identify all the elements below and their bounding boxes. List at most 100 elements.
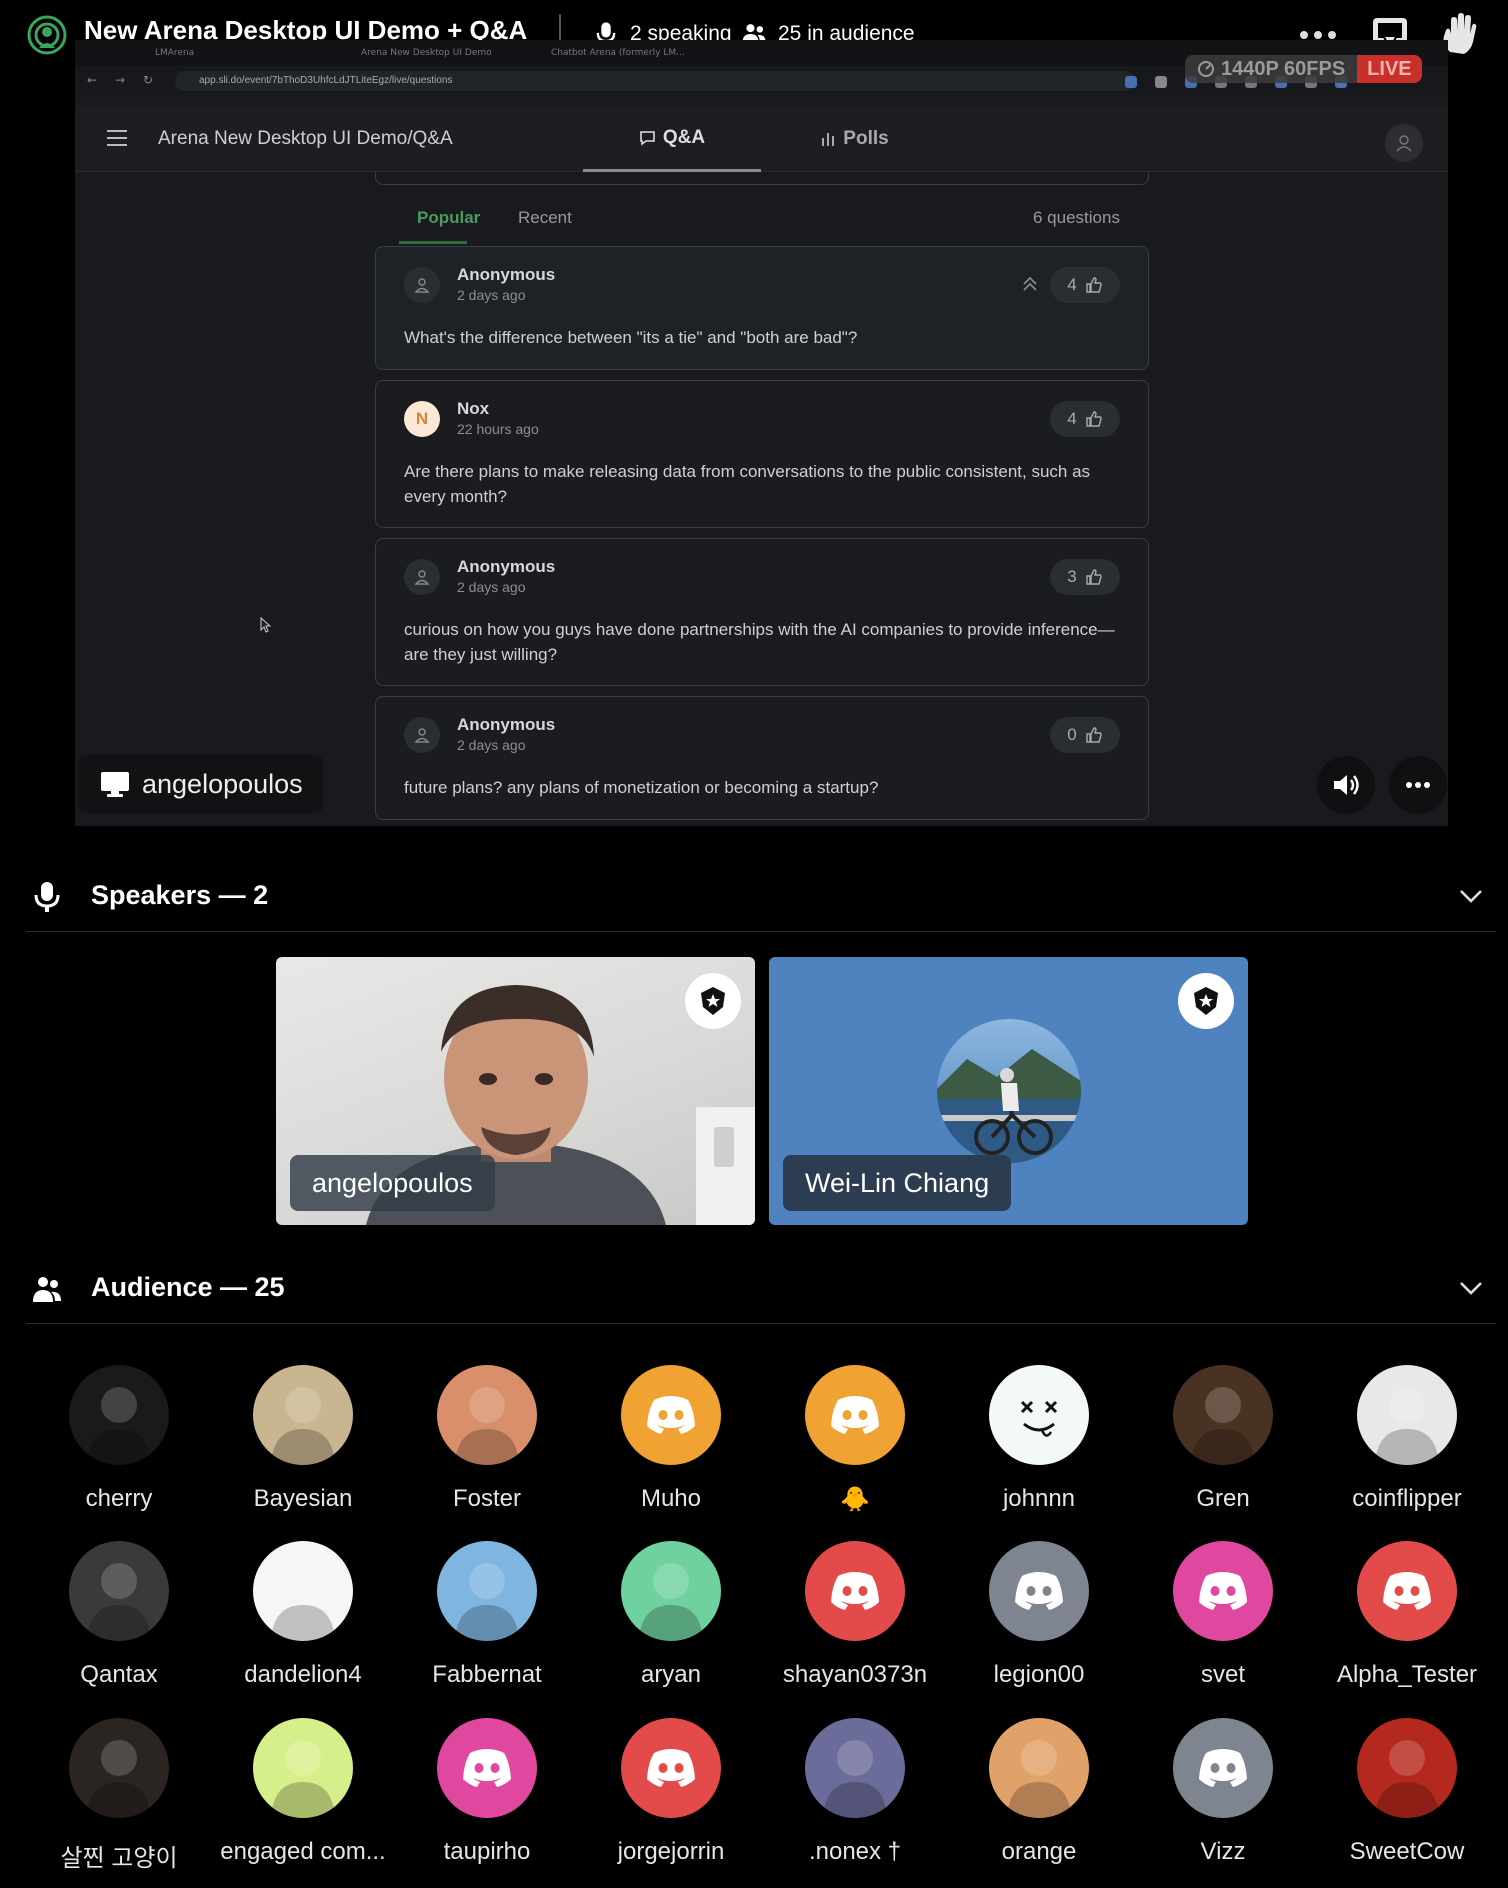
speed-icon (1198, 61, 1214, 77)
audience-member[interactable]: svet (1138, 1541, 1308, 1711)
avatar (621, 1541, 721, 1641)
user-photo (87, 1563, 151, 1641)
like-button: 4 (1050, 267, 1120, 303)
audience-member-name: taupirho (443, 1838, 531, 1865)
avatar (621, 1365, 721, 1465)
audience-member-name: jorgejorrin (617, 1838, 725, 1865)
audience-member[interactable]: legion00 (954, 1541, 1124, 1711)
audience-member-name: orange (1001, 1838, 1077, 1865)
audience-member[interactable]: 살찐 고양이 (34, 1718, 204, 1888)
audience-member[interactable]: Fabbernat (402, 1541, 572, 1711)
question-card: Anonymous 2 days ago 3 curious on how yo… (375, 538, 1149, 686)
audience-member[interactable]: Vizz (1138, 1718, 1308, 1888)
live-badge: LIVE (1357, 55, 1422, 83)
audience-member-name: cherry (85, 1485, 153, 1512)
question-author: Anonymous (457, 265, 556, 284)
profile-avatar (1385, 124, 1423, 162)
audience-member[interactable]: taupirho (402, 1718, 572, 1888)
audience-member-name: SweetCow (1349, 1838, 1465, 1865)
people-icon (33, 1277, 61, 1302)
audience-member[interactable]: aryan (586, 1541, 756, 1711)
audience-member-name: johnnn (1002, 1485, 1076, 1512)
user-photo (455, 1387, 519, 1465)
user-photo (823, 1740, 887, 1818)
audience-member-name: 🐥 (840, 1486, 870, 1513)
avatar (989, 1541, 1089, 1641)
audience-member-name: Bayesian (253, 1485, 353, 1512)
user-photo (271, 1387, 335, 1465)
thumbs-up-icon (1086, 569, 1102, 585)
audience-member[interactable]: Alpha_Tester (1322, 1541, 1492, 1711)
audience-member[interactable]: Qantax (34, 1541, 204, 1711)
avatar (1357, 1718, 1457, 1818)
audience-member[interactable]: Gren (1138, 1365, 1308, 1535)
avatar (1173, 1365, 1273, 1465)
discord-logo-icon (1199, 1749, 1247, 1787)
tab-polls-label: Polls (843, 128, 889, 149)
speaker-tile[interactable]: Wei-Lin Chiang (769, 957, 1248, 1225)
audience-title: Audience — 25 (91, 1272, 285, 1302)
stream-more-button[interactable] (1389, 756, 1447, 814)
question-count: 6 questions (1033, 208, 1120, 227)
speaker-tile[interactable]: angelopoulos (276, 957, 755, 1225)
bar-chart-icon (822, 133, 835, 146)
reload-icon: ↻ (143, 73, 154, 87)
question-author: Nox (457, 399, 490, 418)
like-button: 4 (1050, 401, 1120, 437)
qa-content: Popular Recent 6 questions Anonymous 2 d… (75, 172, 1448, 826)
audience-member[interactable]: dandelion4 (218, 1541, 388, 1711)
forward-icon: → (115, 73, 126, 87)
audience-section-header[interactable]: Audience — 25 (26, 1254, 1496, 1324)
subtab-recent: Recent (518, 208, 572, 227)
discord-logo-icon (1015, 1572, 1063, 1610)
avatar (69, 1718, 169, 1818)
audience-member[interactable]: Bayesian (218, 1365, 388, 1535)
avatar (621, 1718, 721, 1818)
user-photo (87, 1740, 151, 1818)
audience-member[interactable]: SweetCow (1322, 1718, 1492, 1888)
audience-member[interactable]: Muho (586, 1365, 756, 1535)
question-card: Anonymous 2 days ago 0 future plans? any… (375, 696, 1149, 820)
avatar (1357, 1365, 1457, 1465)
shield-star-icon (701, 987, 725, 1015)
like-count: 3 (1067, 567, 1077, 586)
audience-member[interactable]: 🐥 (770, 1365, 940, 1535)
avatar (253, 1541, 353, 1641)
audience-member[interactable]: cherry (34, 1365, 204, 1535)
audience-member[interactable]: engaged com... (218, 1718, 388, 1888)
audience-member[interactable]: orange (954, 1718, 1124, 1888)
avatar (437, 1365, 537, 1465)
audience-member[interactable]: coinflipper (1322, 1365, 1492, 1535)
stage-channel-icon (27, 15, 67, 55)
audience-member[interactable]: jorgejorrin (586, 1718, 756, 1888)
audience-member-name: .nonex † (808, 1838, 902, 1865)
browser-tab: Chatbot Arena (formerly LM... (551, 48, 685, 58)
browser-tab: LMArena (155, 48, 195, 58)
chevron-down-icon[interactable] (1458, 886, 1484, 906)
tab-polls: Polls (779, 106, 929, 172)
audience-member-name: dandelion4 (244, 1661, 362, 1688)
audience-member-name: aryan (640, 1661, 702, 1688)
thumbs-up-icon (1086, 277, 1102, 293)
speakers-section-header[interactable]: Speakers — 2 (26, 862, 1496, 932)
avatar (805, 1365, 905, 1465)
volume-button[interactable] (1317, 756, 1375, 814)
audience-member[interactable]: .nonex † (770, 1718, 940, 1888)
user-photo (1375, 1387, 1439, 1465)
anonymous-avatar (404, 717, 440, 753)
audience-member[interactable]: shayan0373n (770, 1541, 940, 1711)
audience-member[interactable]: Foster (402, 1365, 572, 1535)
audience-member-name: Qantax (80, 1661, 158, 1688)
audience-member[interactable]: johnnn (954, 1365, 1124, 1535)
like-count: 4 (1067, 409, 1077, 428)
extension-icon (1155, 76, 1167, 88)
user-photo (455, 1563, 519, 1641)
user-photo (271, 1740, 335, 1818)
avatar (253, 1365, 353, 1465)
screen-share-stream[interactable]: LMArena Arena New Desktop UI Demo Chatbo… (75, 40, 1448, 826)
speaker-name: angelopoulos (290, 1155, 495, 1211)
avatar (989, 1365, 1089, 1465)
slido-event-title: Arena New Desktop UI Demo/Q&A (158, 128, 453, 149)
screen-share-icon (101, 772, 129, 797)
chevron-down-icon[interactable] (1458, 1278, 1484, 1298)
